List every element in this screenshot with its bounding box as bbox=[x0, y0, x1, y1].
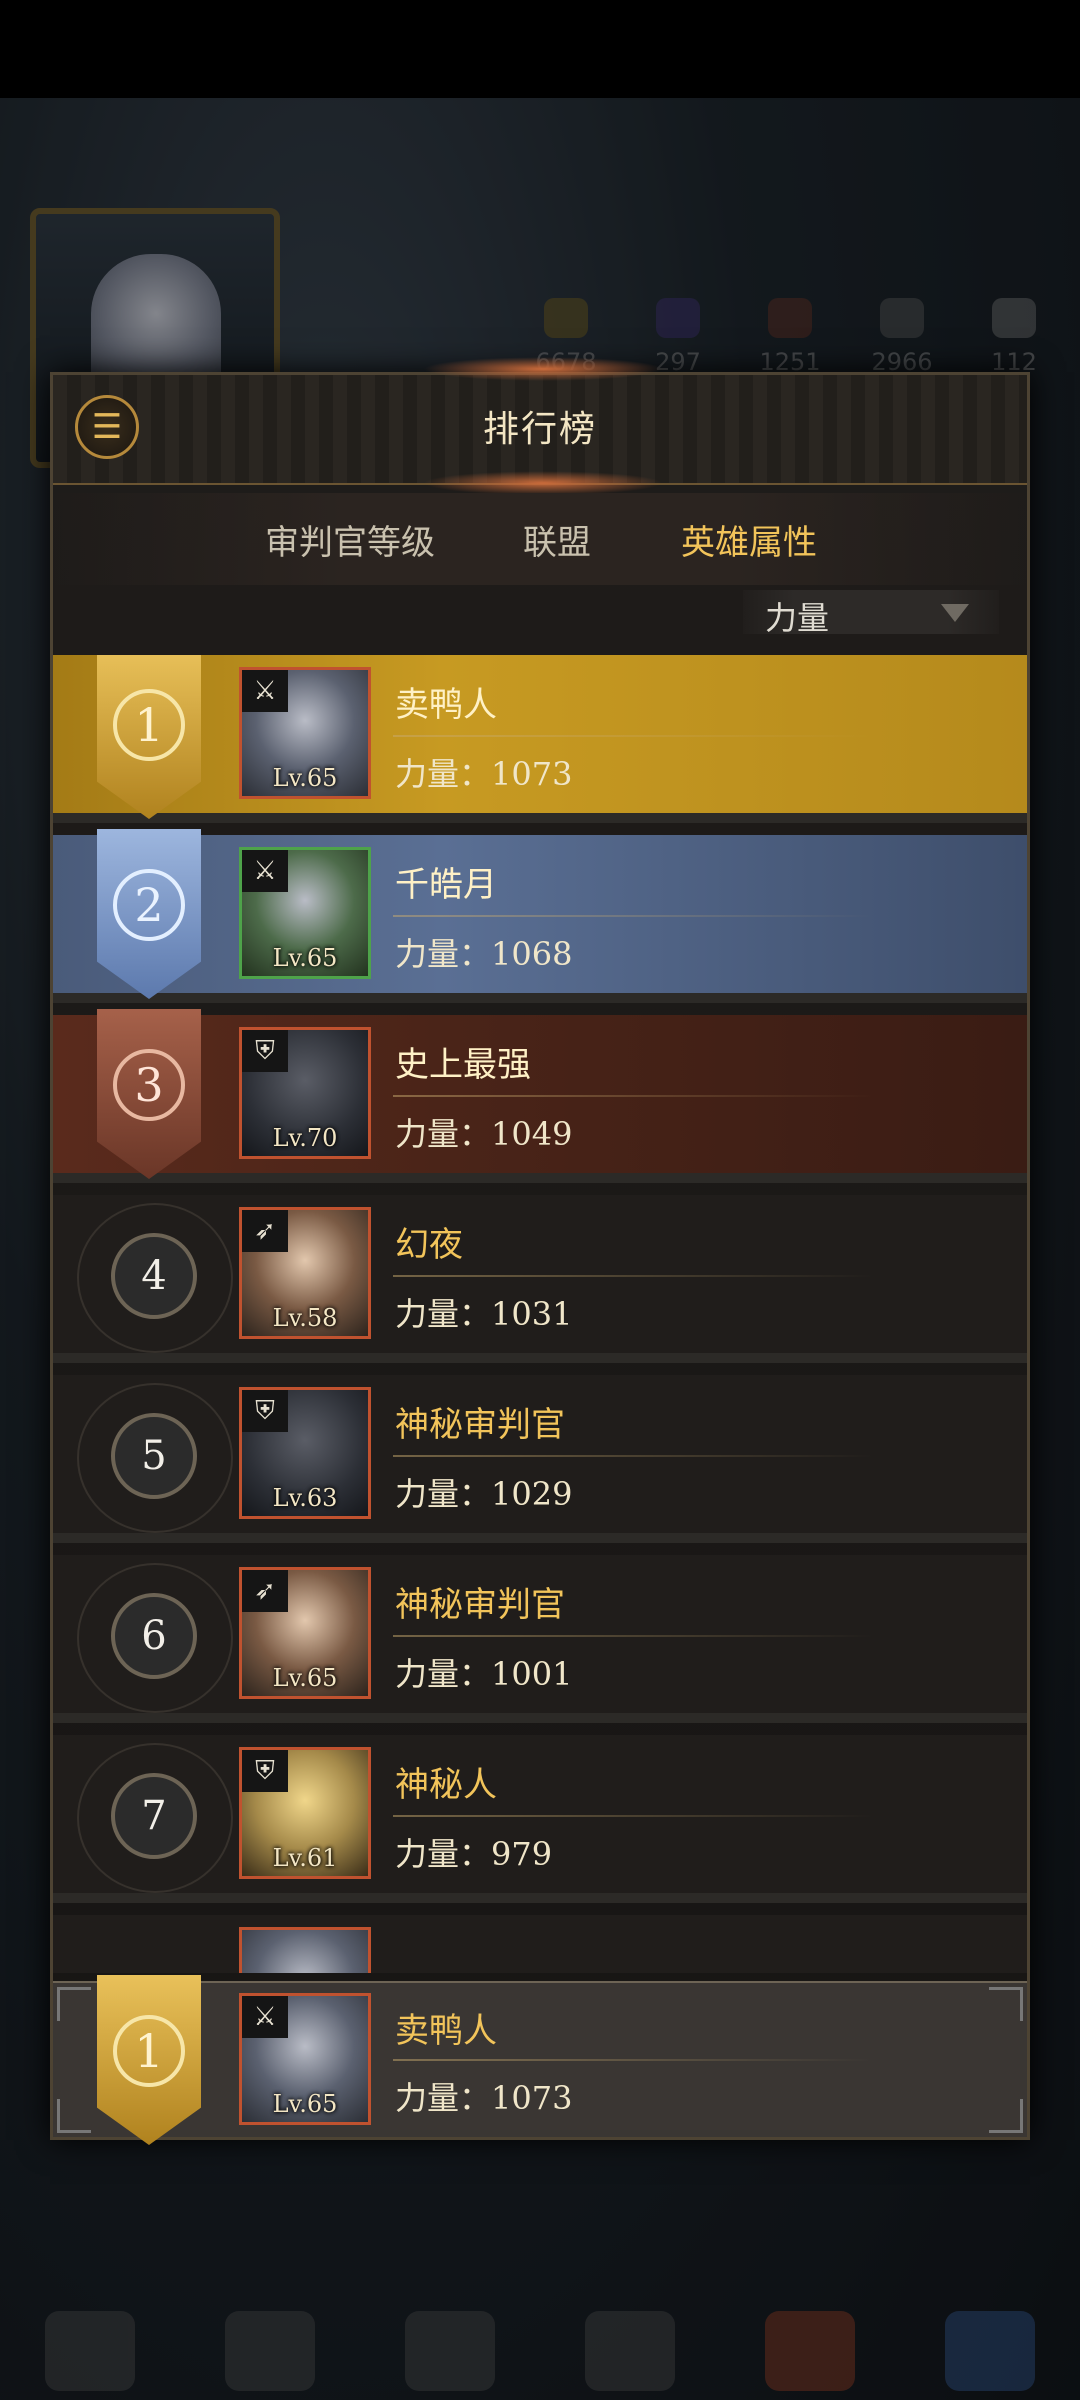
row-divider bbox=[393, 2059, 873, 2061]
axe-icon: ⚔ bbox=[242, 1996, 288, 2038]
hero-level: Lv.61 bbox=[272, 1844, 338, 1872]
rank-number: 2 bbox=[113, 869, 185, 941]
leaderboard-panel: ☰ 排行榜 审判官等级 联盟 英雄属性 力量 1 ⚔ Lv.65 卖鸭人 力量：… bbox=[50, 357, 1030, 2145]
player-name: 卖鸭人 bbox=[395, 2011, 497, 2051]
ranking-row[interactable]: 6 ➶ Lv.65 神秘审判官 力量：1001 bbox=[53, 1555, 1027, 1723]
axe-icon: ⚔ bbox=[242, 670, 288, 712]
attribute-filter-dropdown[interactable]: 力量 bbox=[743, 590, 999, 637]
row-divider bbox=[393, 735, 873, 737]
rank-number: 7 bbox=[111, 1773, 197, 1859]
ranking-row[interactable]: 3 ⛨ Lv.70 史上最强 力量：1049 bbox=[53, 1009, 1027, 1183]
rank-number: 3 bbox=[113, 1049, 185, 1121]
hero-avatar[interactable]: ⚔ Lv.65 bbox=[239, 1993, 371, 2125]
bow-icon: ➶ bbox=[242, 1210, 288, 1252]
row-divider bbox=[393, 1275, 873, 1277]
bow-icon: ➶ bbox=[242, 1570, 288, 1612]
corner-ornament bbox=[989, 2099, 1023, 2133]
shield-icon: ⛨ bbox=[242, 1750, 288, 1792]
hero-level: Lv.65 bbox=[272, 764, 338, 792]
axe-icon: ⚔ bbox=[242, 850, 288, 892]
chevron-down-icon bbox=[941, 604, 969, 622]
stat-value: 力量：1073 bbox=[395, 755, 573, 793]
tab-bar: 审判官等级 联盟 英雄属性 bbox=[53, 493, 1027, 585]
shield-icon: ⛨ bbox=[242, 1390, 288, 1432]
hero-level: Lv.58 bbox=[272, 1304, 338, 1332]
tab-judge-level[interactable]: 审判官等级 bbox=[265, 515, 435, 564]
tab-alliance[interactable]: 联盟 bbox=[523, 515, 591, 564]
header-ornament-bottom bbox=[423, 471, 663, 495]
hero-avatar[interactable]: ⛨ Lv.63 bbox=[239, 1387, 371, 1519]
stat-value: 力量：1029 bbox=[395, 1475, 573, 1513]
row-divider bbox=[393, 915, 873, 917]
player-name: 幻夜 bbox=[395, 1225, 463, 1265]
hero-level: Lv.65 bbox=[272, 944, 338, 972]
ranking-row[interactable]: 4 ➶ Lv.58 幻夜 力量：1031 bbox=[53, 1195, 1027, 1363]
status-bar bbox=[0, 0, 1080, 98]
rank-banner-gold: 1 bbox=[97, 655, 201, 819]
hero-avatar[interactable]: ⚔ Lv.65 bbox=[239, 667, 371, 799]
panel-title: 排行榜 bbox=[482, 409, 597, 450]
my-rank-bar: 1 ⚔ Lv.65 卖鸭人 力量：1073 bbox=[53, 1975, 1027, 2145]
hero-level: Lv.63 bbox=[272, 1484, 338, 1512]
rank-banner-silver: 2 bbox=[97, 829, 201, 999]
player-name: 千皓月 bbox=[395, 865, 497, 905]
header-ornament-top bbox=[423, 357, 663, 381]
hero-level: Lv.70 bbox=[272, 1124, 338, 1152]
stat-value: 力量：1001 bbox=[395, 1655, 573, 1693]
hero-avatar[interactable]: ➶ Lv.65 bbox=[239, 1567, 371, 1699]
rank-banner-bronze: 3 bbox=[97, 1009, 201, 1179]
rank-number: 4 bbox=[111, 1233, 197, 1319]
corner-ornament bbox=[57, 1987, 91, 2021]
stat-value: 力量：1073 bbox=[395, 2079, 573, 2117]
player-name: 神秘审判官 bbox=[395, 1585, 565, 1625]
stat-value: 力量：1049 bbox=[395, 1115, 573, 1153]
hero-avatar[interactable] bbox=[239, 1927, 371, 1973]
rank-number: 6 bbox=[111, 1593, 197, 1679]
rank-number: 1 bbox=[113, 2015, 185, 2087]
hero-avatar[interactable]: ⛨ Lv.61 bbox=[239, 1747, 371, 1879]
rank-number: 5 bbox=[111, 1413, 197, 1499]
row-divider bbox=[393, 1095, 873, 1097]
stat-value: 力量：1031 bbox=[395, 1295, 573, 1333]
panel-header: ☰ 排行榜 bbox=[53, 357, 1027, 495]
row-divider bbox=[393, 1635, 873, 1637]
filter-label: 力量 bbox=[765, 599, 830, 637]
tab-hero-attributes[interactable]: 英雄属性 bbox=[681, 515, 817, 564]
corner-ornament bbox=[989, 1987, 1023, 2021]
hero-avatar[interactable]: ⚔ Lv.65 bbox=[239, 847, 371, 979]
player-name: 卖鸭人 bbox=[395, 685, 497, 725]
rank-banner-gold: 1 bbox=[97, 1975, 201, 2145]
hero-avatar[interactable]: ⛨ Lv.70 bbox=[239, 1027, 371, 1159]
ranking-list[interactable]: 1 ⚔ Lv.65 卖鸭人 力量：1073 2 ⚔ Lv.65 千皓月 力量：1… bbox=[53, 655, 1027, 1973]
stat-value: 力量：1068 bbox=[395, 935, 573, 973]
player-name: 史上最强 bbox=[395, 1045, 531, 1085]
hero-avatar[interactable]: ➶ Lv.58 bbox=[239, 1207, 371, 1339]
ranking-row[interactable]: 1 ⚔ Lv.65 卖鸭人 力量：1073 bbox=[53, 655, 1027, 823]
hero-level: Lv.65 bbox=[272, 1664, 338, 1692]
row-divider bbox=[393, 1455, 873, 1457]
ranking-row-partial[interactable] bbox=[53, 1915, 1027, 1973]
row-divider bbox=[393, 1815, 873, 1817]
ranking-row[interactable]: 7 ⛨ Lv.61 神秘人 力量：979 bbox=[53, 1735, 1027, 1903]
corner-ornament bbox=[57, 2099, 91, 2133]
player-name: 神秘人 bbox=[395, 1765, 497, 1805]
ranking-row[interactable]: 2 ⚔ Lv.65 千皓月 力量：1068 bbox=[53, 829, 1027, 1003]
shield-icon: ⛨ bbox=[242, 1030, 288, 1072]
hero-level: Lv.65 bbox=[272, 2090, 338, 2118]
ranking-row[interactable]: 5 ⛨ Lv.63 神秘审判官 力量：1029 bbox=[53, 1375, 1027, 1543]
rank-number: 1 bbox=[113, 689, 185, 761]
stat-value: 力量：979 bbox=[395, 1835, 553, 1873]
player-name: 神秘审判官 bbox=[395, 1405, 565, 1445]
